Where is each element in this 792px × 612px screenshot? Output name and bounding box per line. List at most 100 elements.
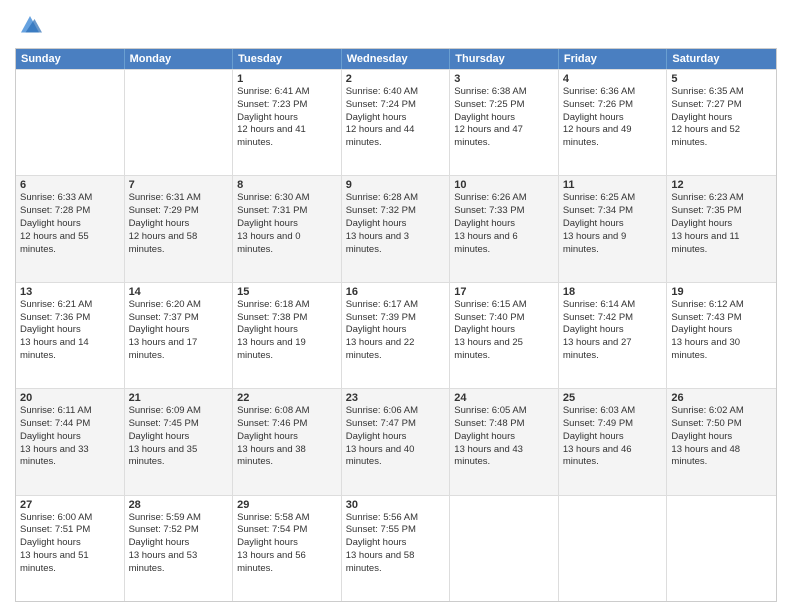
- day-cell-12: 12Sunrise: 6:23 AMSunset: 7:35 PMDayligh…: [667, 176, 776, 281]
- daylight-label: Daylight hours: [237, 537, 337, 550]
- sunset-line: Sunset: 7:45 PM: [129, 418, 229, 431]
- day-number: 28: [129, 499, 229, 511]
- calendar: SundayMondayTuesdayWednesdayThursdayFrid…: [15, 48, 777, 602]
- sunset-line: Sunset: 7:50 PM: [671, 418, 772, 431]
- sunrise-line: Sunrise: 5:59 AM: [129, 512, 229, 525]
- day-cell-29: 29Sunrise: 5:58 AMSunset: 7:54 PMDayligh…: [233, 496, 342, 601]
- sunset-line: Sunset: 7:46 PM: [237, 418, 337, 431]
- day-number: 19: [671, 286, 772, 298]
- sunset-line: Sunset: 7:24 PM: [346, 99, 446, 112]
- sunrise-line: Sunrise: 6:36 AM: [563, 86, 663, 99]
- daylight-line: 13 hours and 48 minutes.: [671, 444, 772, 470]
- sunrise-line: Sunrise: 6:40 AM: [346, 86, 446, 99]
- day-cell-14: 14Sunrise: 6:20 AMSunset: 7:37 PMDayligh…: [125, 283, 234, 388]
- day-cell-2: 2Sunrise: 6:40 AMSunset: 7:24 PMDaylight…: [342, 70, 451, 175]
- daylight-label: Daylight hours: [671, 324, 772, 337]
- daylight-line: 13 hours and 3 minutes.: [346, 231, 446, 257]
- daylight-label: Daylight hours: [237, 112, 337, 125]
- sunrise-line: Sunrise: 6:31 AM: [129, 192, 229, 205]
- calendar-header: SundayMondayTuesdayWednesdayThursdayFrid…: [16, 49, 776, 69]
- sunset-line: Sunset: 7:26 PM: [563, 99, 663, 112]
- daylight-line: 13 hours and 27 minutes.: [563, 337, 663, 363]
- day-number: 2: [346, 73, 446, 85]
- calendar-row-2: 6Sunrise: 6:33 AMSunset: 7:28 PMDaylight…: [16, 175, 776, 281]
- sunrise-line: Sunrise: 6:17 AM: [346, 299, 446, 312]
- header: [15, 10, 777, 40]
- sunset-line: Sunset: 7:28 PM: [20, 205, 120, 218]
- calendar-body: 1Sunrise: 6:41 AMSunset: 7:23 PMDaylight…: [16, 69, 776, 601]
- daylight-label: Daylight hours: [454, 324, 554, 337]
- sunset-line: Sunset: 7:39 PM: [346, 312, 446, 325]
- day-number: 27: [20, 499, 120, 511]
- sunset-line: Sunset: 7:47 PM: [346, 418, 446, 431]
- daylight-line: 13 hours and 30 minutes.: [671, 337, 772, 363]
- day-number: 23: [346, 392, 446, 404]
- day-number: 30: [346, 499, 446, 511]
- sunrise-line: Sunrise: 6:30 AM: [237, 192, 337, 205]
- sunrise-line: Sunrise: 6:35 AM: [671, 86, 772, 99]
- day-cell-15: 15Sunrise: 6:18 AMSunset: 7:38 PMDayligh…: [233, 283, 342, 388]
- day-cell-8: 8Sunrise: 6:30 AMSunset: 7:31 PMDaylight…: [233, 176, 342, 281]
- sunset-line: Sunset: 7:35 PM: [671, 205, 772, 218]
- day-cell-25: 25Sunrise: 6:03 AMSunset: 7:49 PMDayligh…: [559, 389, 668, 494]
- day-cell-17: 17Sunrise: 6:15 AMSunset: 7:40 PMDayligh…: [450, 283, 559, 388]
- day-number: 16: [346, 286, 446, 298]
- daylight-line: 13 hours and 56 minutes.: [237, 550, 337, 576]
- sunset-line: Sunset: 7:29 PM: [129, 205, 229, 218]
- empty-cell: [667, 496, 776, 601]
- day-cell-19: 19Sunrise: 6:12 AMSunset: 7:43 PMDayligh…: [667, 283, 776, 388]
- daylight-label: Daylight hours: [129, 431, 229, 444]
- day-number: 3: [454, 73, 554, 85]
- daylight-label: Daylight hours: [129, 537, 229, 550]
- day-header-thursday: Thursday: [450, 49, 559, 69]
- daylight-label: Daylight hours: [237, 324, 337, 337]
- daylight-label: Daylight hours: [454, 112, 554, 125]
- sunrise-line: Sunrise: 6:15 AM: [454, 299, 554, 312]
- sunrise-line: Sunrise: 6:25 AM: [563, 192, 663, 205]
- sunset-line: Sunset: 7:49 PM: [563, 418, 663, 431]
- sunset-line: Sunset: 7:55 PM: [346, 524, 446, 537]
- daylight-label: Daylight hours: [346, 112, 446, 125]
- day-number: 21: [129, 392, 229, 404]
- daylight-line: 13 hours and 17 minutes.: [129, 337, 229, 363]
- sunrise-line: Sunrise: 6:05 AM: [454, 405, 554, 418]
- calendar-row-5: 27Sunrise: 6:00 AMSunset: 7:51 PMDayligh…: [16, 495, 776, 601]
- empty-cell: [559, 496, 668, 601]
- day-cell-27: 27Sunrise: 6:00 AMSunset: 7:51 PMDayligh…: [16, 496, 125, 601]
- day-header-friday: Friday: [559, 49, 668, 69]
- daylight-line: 13 hours and 0 minutes.: [237, 231, 337, 257]
- day-cell-13: 13Sunrise: 6:21 AMSunset: 7:36 PMDayligh…: [16, 283, 125, 388]
- daylight-line: 12 hours and 44 minutes.: [346, 124, 446, 150]
- day-number: 22: [237, 392, 337, 404]
- sunset-line: Sunset: 7:43 PM: [671, 312, 772, 325]
- sunrise-line: Sunrise: 6:03 AM: [563, 405, 663, 418]
- sunset-line: Sunset: 7:37 PM: [129, 312, 229, 325]
- sunset-line: Sunset: 7:27 PM: [671, 99, 772, 112]
- sunrise-line: Sunrise: 6:00 AM: [20, 512, 120, 525]
- page: SundayMondayTuesdayWednesdayThursdayFrid…: [0, 0, 792, 612]
- day-number: 11: [563, 179, 663, 191]
- sunrise-line: Sunrise: 5:58 AM: [237, 512, 337, 525]
- daylight-line: 13 hours and 33 minutes.: [20, 444, 120, 470]
- daylight-line: 13 hours and 40 minutes.: [346, 444, 446, 470]
- daylight-line: 13 hours and 22 minutes.: [346, 337, 446, 363]
- sunrise-line: Sunrise: 6:23 AM: [671, 192, 772, 205]
- day-cell-11: 11Sunrise: 6:25 AMSunset: 7:34 PMDayligh…: [559, 176, 668, 281]
- day-number: 10: [454, 179, 554, 191]
- day-number: 14: [129, 286, 229, 298]
- sunrise-line: Sunrise: 6:14 AM: [563, 299, 663, 312]
- daylight-line: 13 hours and 6 minutes.: [454, 231, 554, 257]
- day-number: 5: [671, 73, 772, 85]
- sunset-line: Sunset: 7:33 PM: [454, 205, 554, 218]
- daylight-line: 13 hours and 14 minutes.: [20, 337, 120, 363]
- day-cell-3: 3Sunrise: 6:38 AMSunset: 7:25 PMDaylight…: [450, 70, 559, 175]
- daylight-line: 13 hours and 25 minutes.: [454, 337, 554, 363]
- daylight-line: 13 hours and 43 minutes.: [454, 444, 554, 470]
- calendar-row-1: 1Sunrise: 6:41 AMSunset: 7:23 PMDaylight…: [16, 69, 776, 175]
- daylight-label: Daylight hours: [454, 431, 554, 444]
- daylight-label: Daylight hours: [129, 324, 229, 337]
- daylight-line: 13 hours and 38 minutes.: [237, 444, 337, 470]
- calendar-row-3: 13Sunrise: 6:21 AMSunset: 7:36 PMDayligh…: [16, 282, 776, 388]
- daylight-label: Daylight hours: [20, 218, 120, 231]
- sunset-line: Sunset: 7:32 PM: [346, 205, 446, 218]
